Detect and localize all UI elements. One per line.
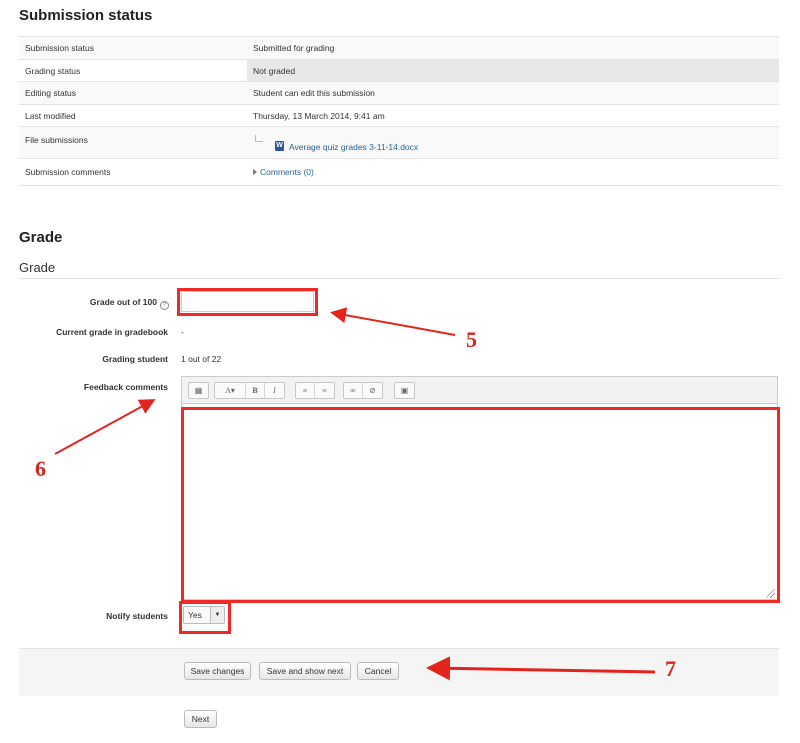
comments-link[interactable]: Comments (0) — [260, 167, 314, 177]
grade-input[interactable] — [181, 291, 314, 312]
row-label: Editing status — [19, 81, 247, 105]
word-document-icon: W — [275, 141, 284, 151]
toolbar-group: ∞ ⊘ — [343, 382, 383, 399]
toolbar-group: ≡ ≡ — [295, 382, 335, 399]
grade-subheading: Grade — [19, 260, 56, 275]
toolbar-group: A▾ B I — [214, 382, 285, 399]
font-style-icon[interactable]: A▾ — [215, 383, 246, 398]
link-icon[interactable]: ∞ — [344, 383, 363, 398]
feedback-textarea[interactable] — [181, 403, 778, 600]
table-row: Submission comments Comments (0) — [19, 158, 779, 186]
cancel-button[interactable]: Cancel — [357, 662, 399, 680]
collapse-icon[interactable]: ▦ — [189, 383, 208, 398]
notify-students-label: Notify students — [106, 611, 168, 621]
help-icon[interactable]: ? — [160, 301, 169, 310]
notify-students-select[interactable]: Yes ▼ — [183, 606, 225, 624]
ordered-list-icon[interactable]: ≡ — [315, 383, 334, 398]
row-label: Grading status — [19, 59, 247, 82]
save-and-show-next-button[interactable]: Save and show next — [259, 662, 351, 680]
table-row: Submission status Submitted for grading — [19, 36, 779, 60]
row-label: Last modified — [19, 104, 247, 127]
divider — [19, 278, 779, 279]
chevron-down-icon: ▼ — [210, 607, 224, 623]
grade-out-of-label: Grade out of 100 — [89, 297, 157, 307]
table-row: Grading status Not graded — [19, 59, 779, 82]
notify-selected-value: Yes — [188, 610, 202, 620]
grading-student-label: Grading student — [102, 354, 168, 364]
editing-status-value: Student can edit this submission — [247, 81, 779, 105]
unlink-icon[interactable]: ⊘ — [363, 383, 382, 398]
feedback-comments-label: Feedback comments — [83, 382, 168, 392]
current-grade-label: Current grade in gradebook — [56, 327, 168, 337]
file-submissions-cell: W Average quiz grades 3-11-14.docx — [247, 126, 779, 159]
image-icon[interactable]: ▣ — [395, 383, 414, 398]
callout-6: 6 — [35, 456, 46, 481]
toolbar-group: ▣ — [394, 382, 415, 399]
row-label: Submission comments — [19, 158, 247, 186]
row-value: Thursday, 13 March 2014, 9:41 am — [247, 104, 779, 127]
table-row: File submissions W Average quiz grades 3-… — [19, 126, 779, 159]
grading-student-value: 1 out of 22 — [181, 354, 222, 364]
table-row: Editing status Student can edit this sub… — [19, 81, 779, 105]
file-link[interactable]: Average quiz grades 3-11-14.docx — [289, 142, 418, 152]
toolbar-group: ▦ — [188, 382, 209, 399]
submission-status-table: Submission status Submitted for grading … — [19, 36, 779, 186]
arrow-to-feedback-label — [54, 399, 156, 455]
save-changes-button[interactable]: Save changes — [184, 662, 251, 680]
row-value: Not graded — [247, 59, 779, 82]
comments-cell: Comments (0) — [247, 158, 779, 186]
expand-triangle-icon[interactable] — [253, 169, 257, 175]
submission-status-heading: Submission status — [19, 7, 153, 24]
next-button[interactable]: Next — [184, 710, 217, 728]
italic-icon[interactable]: I — [265, 383, 284, 398]
callout-5: 5 — [466, 327, 477, 352]
resize-handle-icon[interactable] — [766, 589, 775, 598]
bold-icon[interactable]: B — [246, 383, 265, 398]
current-grade-value: - — [181, 327, 184, 337]
editor-toolbar: ▦ A▾ B I ≡ ≡ ∞ ⊘ ▣ — [181, 376, 778, 403]
grade-heading: Grade — [19, 229, 63, 246]
tree-connector-icon — [255, 135, 263, 142]
grade-out-of-label-wrap: Grade out of 100? — [90, 297, 169, 310]
row-value: Submitted for grading — [247, 36, 779, 60]
row-label: Submission status — [19, 36, 247, 60]
row-label: File submissions — [19, 126, 247, 159]
arrow-to-grade-input — [330, 307, 456, 336]
unordered-list-icon[interactable]: ≡ — [296, 383, 315, 398]
callout-7: 7 — [665, 656, 676, 681]
table-row: Last modified Thursday, 13 March 2014, 9… — [19, 104, 779, 127]
